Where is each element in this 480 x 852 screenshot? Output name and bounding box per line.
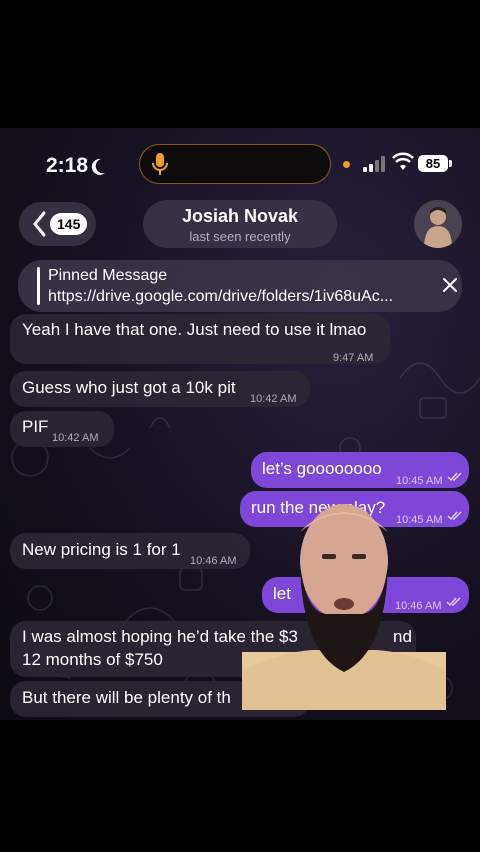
back-chevron-icon bbox=[33, 211, 46, 237]
pinned-message[interactable]: Pinned Message https://drive.google.com/… bbox=[18, 260, 462, 312]
unread-count-badge: 145 bbox=[50, 213, 88, 235]
message-time: 10:45 AM bbox=[396, 475, 443, 487]
privacy-indicator-dot bbox=[343, 161, 350, 168]
message-bubble-incoming[interactable]: Yeah I have that one. Just need to use i… bbox=[10, 314, 390, 364]
presenter-video-overlay bbox=[242, 502, 446, 710]
message-text: New pricing is 1 for 1 bbox=[22, 540, 181, 559]
presenter-image bbox=[242, 504, 446, 710]
message-time: 10:42 AM bbox=[250, 393, 297, 405]
pinned-indicator bbox=[37, 267, 40, 305]
message-text-line: 12 months of $750 bbox=[22, 650, 163, 669]
double-check-icon bbox=[447, 511, 462, 521]
double-check-icon bbox=[447, 472, 462, 482]
message-text: PIF bbox=[22, 417, 49, 436]
message-text: But there will be plenty of th bbox=[22, 688, 231, 707]
message-text: Yeah I have that one. Just need to use i… bbox=[22, 320, 367, 339]
battery-icon: 85 bbox=[418, 155, 452, 172]
microphone-icon bbox=[152, 153, 168, 175]
back-button[interactable]: 145 bbox=[19, 202, 96, 246]
status-time: 2:18 bbox=[46, 154, 89, 177]
pinned-url: https://drive.google.com/drive/folders/1… bbox=[48, 288, 394, 305]
message-bubble-outgoing[interactable]: let’s goooooooo 10:45 AM bbox=[251, 452, 469, 488]
pinned-title: Pinned Message bbox=[48, 267, 168, 284]
message-bubble-incoming[interactable]: Guess who just got a 10k pit 10:42 AM bbox=[10, 371, 310, 407]
message-text: let’s goooooooo bbox=[262, 459, 382, 478]
message-bubble-incoming[interactable]: PIF 10:42 AM bbox=[10, 411, 114, 447]
message-bubble-incoming[interactable]: New pricing is 1 for 1 10:46 AM bbox=[10, 533, 250, 569]
avatar[interactable] bbox=[414, 200, 462, 248]
message-time: 10:42 AM bbox=[52, 432, 99, 444]
wifi-icon bbox=[392, 152, 414, 170]
message-time: 9:47 AM bbox=[333, 352, 374, 364]
avatar-image bbox=[414, 200, 462, 248]
chat-title[interactable]: Josiah Novak last seen recently bbox=[143, 200, 337, 248]
contact-status: last seen recently bbox=[189, 229, 291, 244]
cellular-signal-icon bbox=[363, 156, 385, 172]
message-text: Guess who just got a 10k pit bbox=[22, 378, 236, 397]
contact-name: Josiah Novak bbox=[181, 206, 299, 226]
moon-icon bbox=[91, 158, 105, 175]
double-check-icon bbox=[446, 597, 461, 607]
message-time: 10:46 AM bbox=[190, 555, 237, 567]
close-icon[interactable] bbox=[441, 272, 459, 298]
